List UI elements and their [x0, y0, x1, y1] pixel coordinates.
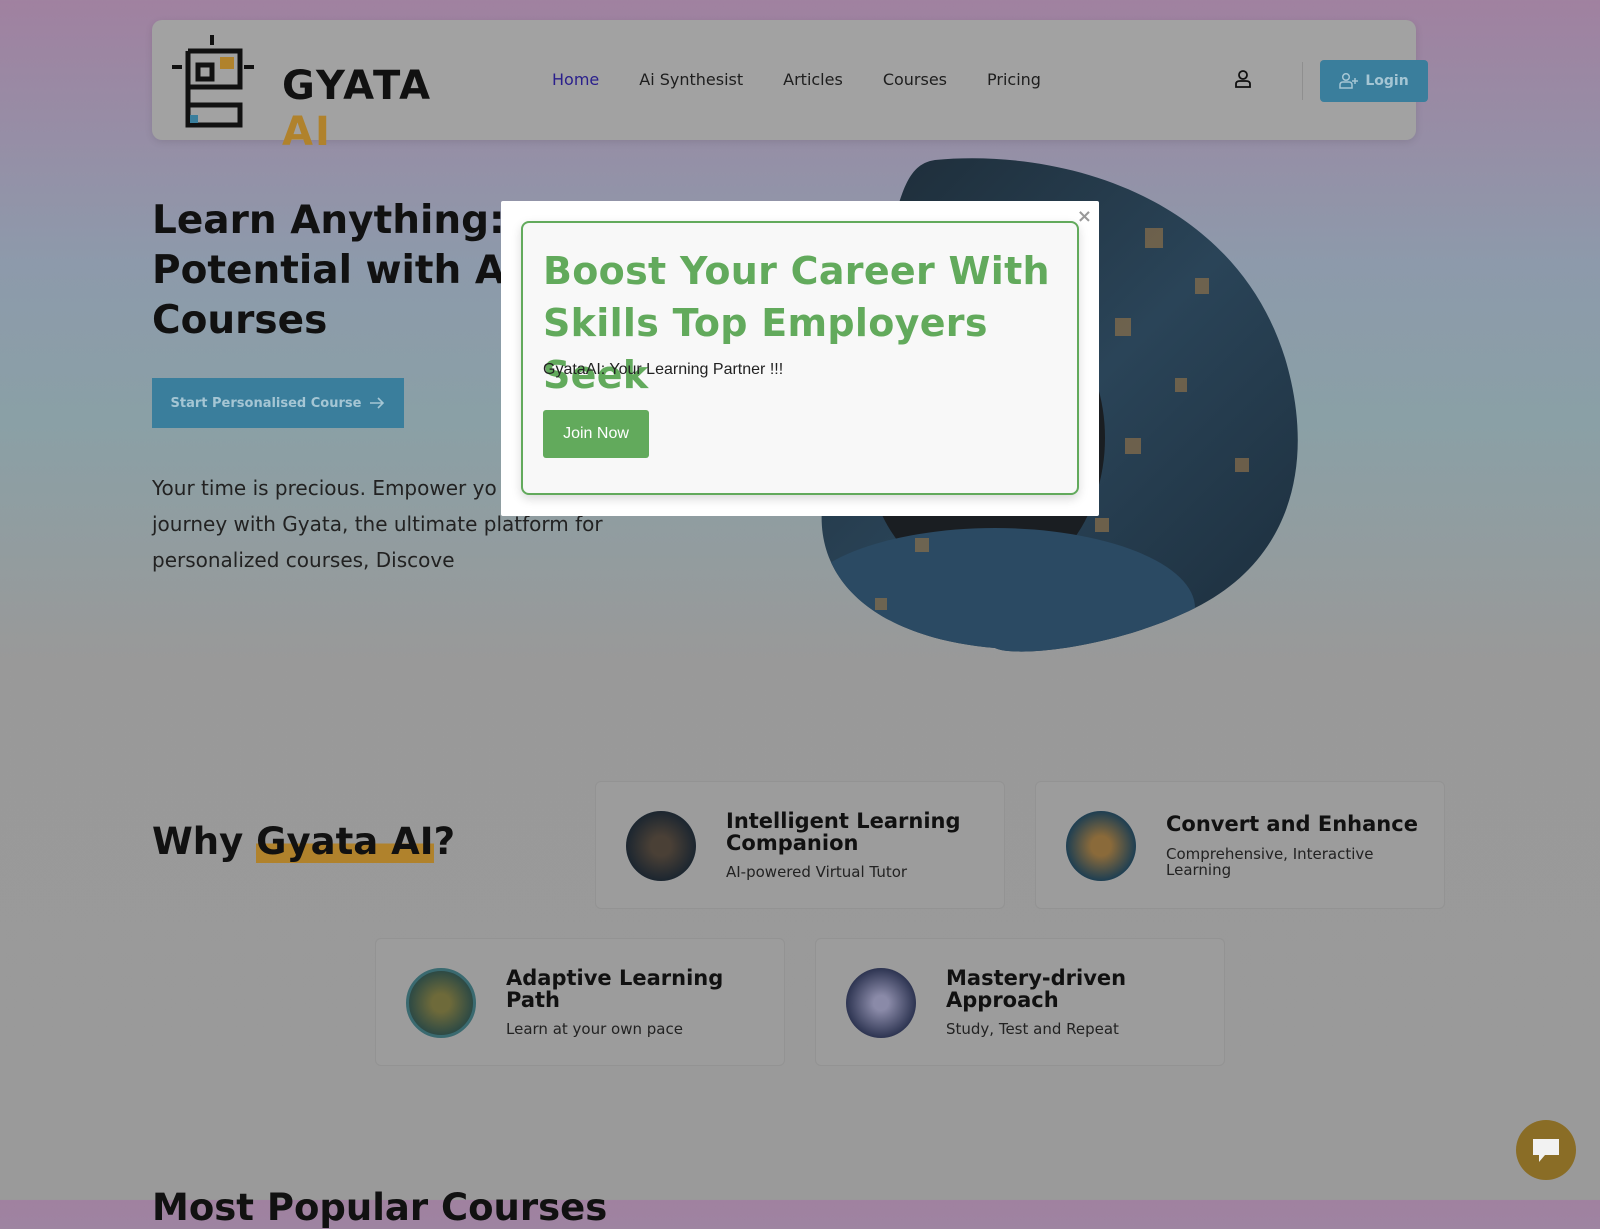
logo-text: GYATA AI — [282, 63, 433, 155]
logo[interactable]: GYATA AI — [172, 35, 472, 155]
start-course-button[interactable]: Start Personalised Course — [152, 378, 404, 428]
learning-path-image — [406, 968, 476, 1038]
header-divider — [1302, 62, 1303, 100]
nav-courses[interactable]: Courses — [883, 70, 947, 89]
virtual-tutor-image — [626, 811, 696, 881]
promo-modal: × Boost Your Career With Skills Top Empl… — [501, 201, 1099, 516]
feature-card: Adaptive Learning Path Learn at your own … — [375, 938, 785, 1066]
chat-button[interactable] — [1516, 1120, 1576, 1180]
close-modal-button[interactable]: × — [1077, 206, 1092, 227]
arrow-right-icon — [370, 397, 385, 409]
nav-home[interactable]: Home — [552, 70, 599, 89]
feature-card: Mastery-driven Approach Study, Test and R… — [815, 938, 1225, 1066]
why-gyata-heading: Why Gyata AI? — [152, 820, 456, 863]
nav-ai-synthesist[interactable]: Ai Synthesist — [639, 70, 743, 89]
convert-enhance-image — [1066, 811, 1136, 881]
site-header: GYATA AI Home Ai Synthesist Articles Cou… — [152, 20, 1428, 155]
promo-text: GyataAI: Your Learning Partner !!! — [543, 361, 784, 378]
login-button[interactable]: Login — [1320, 60, 1428, 102]
nav-articles[interactable]: Articles — [783, 70, 843, 89]
join-now-button[interactable]: Join Now — [543, 410, 649, 458]
feature-card: Intelligent Learning Companion AI-powered… — [595, 781, 1005, 909]
popular-courses-heading: Most Popular Courses — [152, 1186, 608, 1229]
feature-card: Convert and Enhance Comprehensive, Intera… — [1035, 781, 1445, 909]
main-nav: Home Ai Synthesist Articles Courses Pric… — [552, 70, 1041, 89]
nav-pricing[interactable]: Pricing — [987, 70, 1041, 89]
mastery-image — [846, 968, 916, 1038]
chat-bubble-icon — [1533, 1139, 1559, 1162]
promo-content: Boost Your Career With Skills Top Employ… — [521, 221, 1079, 495]
user-icon[interactable] — [1235, 70, 1251, 88]
login-label: Login — [1365, 73, 1409, 89]
user-plus-icon — [1339, 73, 1359, 89]
start-course-label: Start Personalised Course — [170, 395, 362, 411]
robot-logo-icon — [172, 35, 254, 128]
